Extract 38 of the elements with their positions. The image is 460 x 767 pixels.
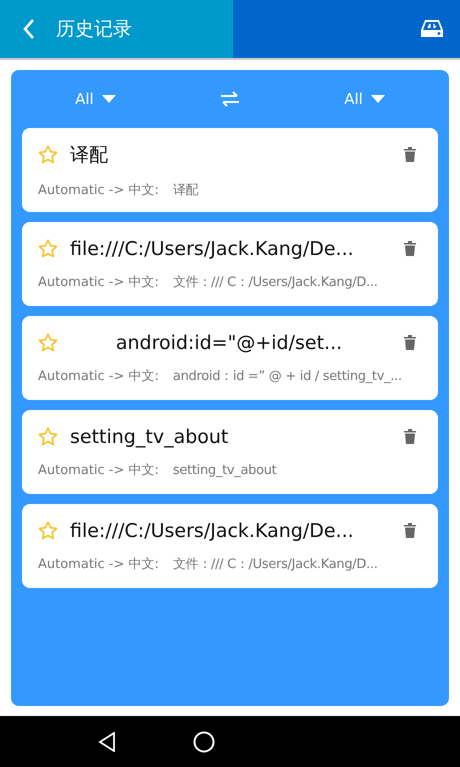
history-card[interactable]: 译配 Automatic -> 中文: 译配 <box>22 128 438 212</box>
translation-text: setting_tv_about <box>172 462 276 478</box>
language-pair: Automatic -> 中文: <box>38 182 159 198</box>
history-title: file:///C:/Users/Jack.Kang/De... <box>70 238 355 260</box>
delete-icon[interactable] <box>404 523 416 538</box>
star-icon[interactable] <box>38 521 58 540</box>
delete-icon[interactable] <box>404 429 416 444</box>
language-pair: Automatic -> 中文: <box>38 556 159 572</box>
delete-icon[interactable] <box>404 335 416 350</box>
translation-text: 文件：/// C：/Users/Jack.Kang/D... <box>172 556 378 572</box>
history-title: setting_tv_about <box>70 426 230 448</box>
language-pair: Automatic -> 中文: <box>38 368 159 384</box>
page-title: 历史记录 <box>56 17 132 42</box>
star-icon[interactable] <box>38 333 58 352</box>
delete-icon[interactable] <box>404 147 416 162</box>
language-pair: Automatic -> 中文: <box>38 274 159 290</box>
history-title: file:///C:/Users/Jack.Kang/De... <box>70 520 355 542</box>
star-icon[interactable] <box>38 145 58 164</box>
language-pair: Automatic -> 中文: <box>38 462 159 478</box>
swap-icon[interactable] <box>220 91 240 107</box>
translation-text: 文件：/// C：/Users/Jack.Kang/D... <box>172 274 378 290</box>
back-icon[interactable] <box>98 732 116 752</box>
star-icon[interactable] <box>38 239 58 258</box>
back-button[interactable] <box>22 18 36 40</box>
history-card[interactable]: setting_tv_about Automatic -> 中文: setting_tv_about <box>22 410 438 494</box>
drive-icon[interactable] <box>420 19 444 39</box>
translation-text: 译配 <box>172 182 198 198</box>
caret-icon <box>102 95 116 103</box>
history-card[interactable]: file:///C:/Users/Jack.Kang/De... Automatic -> 中文: 文件：/// C：/Users/Jack.Kang/D... <box>22 222 438 306</box>
delete-icon[interactable] <box>404 241 416 256</box>
star-icon[interactable] <box>38 427 58 446</box>
history-title: 译配 <box>70 142 109 168</box>
history-card[interactable]: file:///C:/Users/Jack.Kang/De... Automatic -> 中文: 文件：/// C：/Users/Jack.Kang/D... <box>22 504 438 588</box>
translation-text: android：id =” @ + id / setting_tv_... <box>172 368 402 384</box>
history-title: android:id="@+id/set... <box>114 332 344 354</box>
home-icon[interactable] <box>192 730 215 752</box>
caret-icon <box>370 95 385 103</box>
history-card[interactable]: android:id="@+id/set... Automatic -> 中文: android：id =” @ + id / setting_tv_... <box>22 316 438 400</box>
